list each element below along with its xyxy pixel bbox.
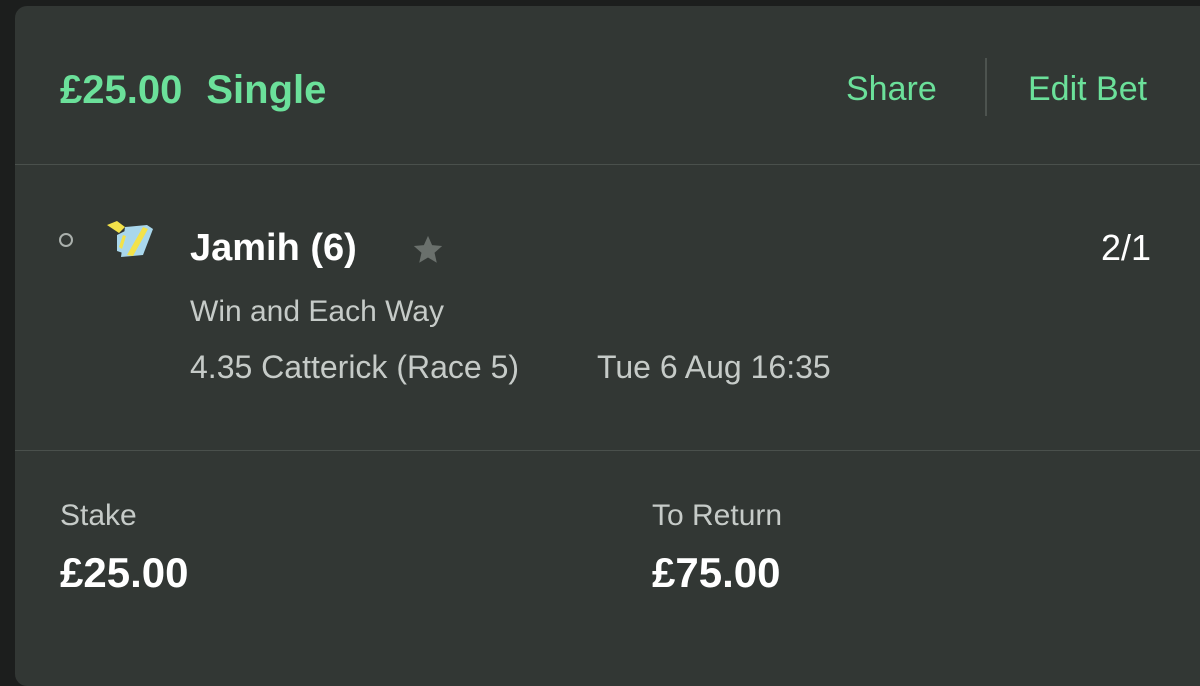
- market-name: Win and Each Way: [190, 295, 444, 328]
- selection-odds: 2/1: [1101, 227, 1152, 268]
- bet-card: £25.00 Single Share Edit Bet Jamih (6) 2/…: [15, 6, 1200, 686]
- selection-status-indicator: [59, 233, 73, 247]
- race-name: 4.35 Catterick (Race 5): [190, 349, 520, 385]
- runner-name: Jamih (6): [190, 227, 357, 269]
- bet-type: Single: [206, 68, 327, 112]
- stake-label: Stake: [60, 499, 137, 532]
- bet-header: £25.00 Single Share Edit Bet: [15, 6, 1200, 165]
- return-value: £75.00: [652, 549, 781, 596]
- bet-selection: Jamih (6) 2/1 Win and Each Way 4.35 Catt…: [15, 165, 1200, 451]
- jockey-silk-icon: [107, 221, 153, 257]
- share-button[interactable]: Share: [846, 70, 937, 109]
- bet-summary: Stake £25.00 To Return £75.00: [15, 451, 1200, 677]
- return-label: To Return: [652, 499, 783, 532]
- star-icon[interactable]: [411, 233, 445, 267]
- race-datetime: Tue 6 Aug 16:35: [597, 349, 831, 385]
- bet-title: £25.00 Single: [60, 68, 326, 113]
- header-divider: [985, 58, 987, 116]
- bet-stake-amount: £25.00: [60, 68, 183, 112]
- stake-value: £25.00: [60, 549, 189, 596]
- edit-bet-button[interactable]: Edit Bet: [1028, 70, 1147, 109]
